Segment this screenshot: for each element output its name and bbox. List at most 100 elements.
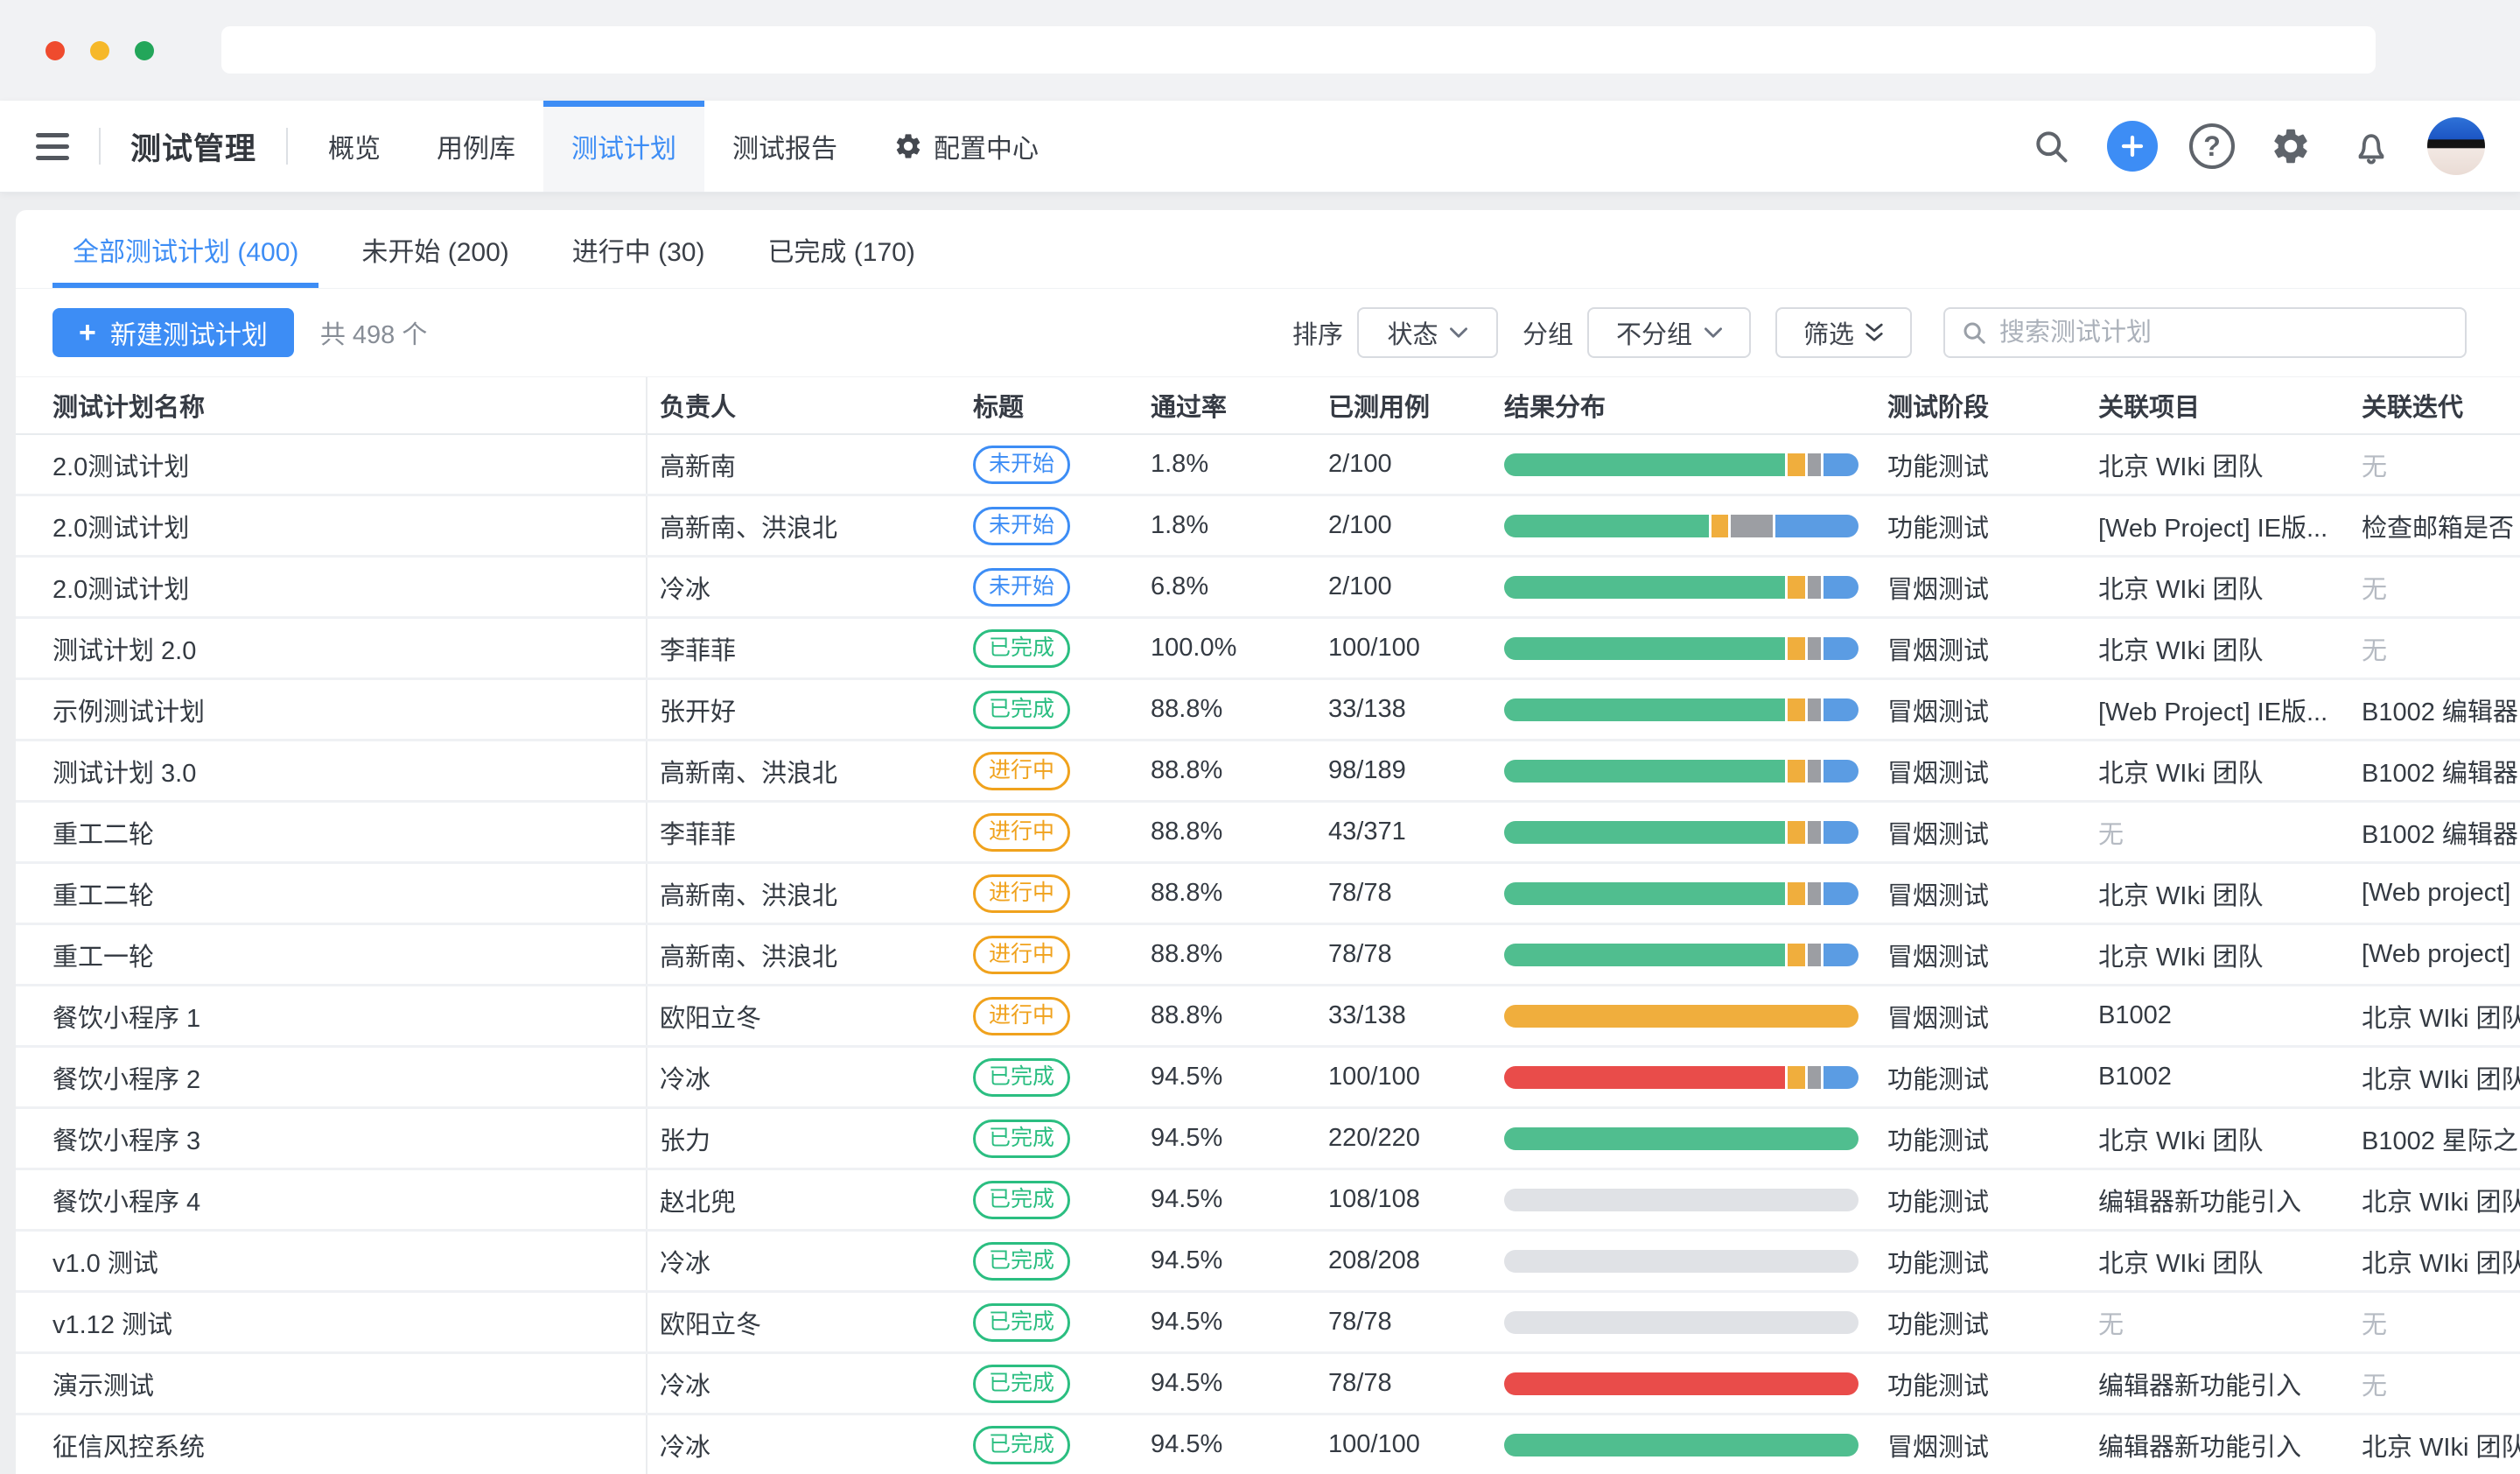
bar-segment-green: [1504, 637, 1785, 660]
bar-segment-green: [1504, 515, 1709, 537]
plan-name: v1.12 测试: [16, 1293, 648, 1351]
hamburger-menu-icon[interactable]: [36, 127, 74, 165]
linked-project: [Web Project] IE版...: [2098, 680, 2362, 739]
new-test-plan-button[interactable]: + 新建测试计划: [52, 308, 294, 357]
bar-segment-gray: [1731, 515, 1773, 537]
pass-rate: 88.8%: [1151, 741, 1328, 800]
plan-name: 2.0测试计划: [16, 496, 648, 555]
table-row[interactable]: 测试计划 2.0 李菲菲 已完成 100.0% 100/100 冒烟测试 北京 …: [16, 619, 2520, 680]
linked-iteration: 无: [2362, 1293, 2520, 1351]
minimize-window-button[interactable]: [90, 41, 109, 60]
table-row[interactable]: 测试计划 3.0 高新南、洪浪北 进行中 88.8% 98/189 冒烟测试 北…: [16, 741, 2520, 803]
tested-cases: 100/100: [1328, 619, 1496, 677]
table-row[interactable]: 餐饮小程序 4 赵北兜 已完成 94.5% 108/108 功能测试 编辑器新功…: [16, 1170, 2520, 1232]
bar-segment-yellow: [1712, 515, 1729, 537]
test-phase: 冒烟测试: [1887, 803, 2098, 861]
linked-iteration: [Web project]: [2362, 925, 2520, 984]
pass-rate: 94.5%: [1151, 1170, 1328, 1229]
nav-item-1[interactable]: 用例库: [409, 101, 543, 192]
help-icon[interactable]: ?: [2189, 123, 2235, 169]
table-row[interactable]: v1.12 测试 欧阳立冬 已完成 94.5% 78/78 功能测试 无 无: [16, 1293, 2520, 1354]
status-badge: 已完成: [973, 1058, 1070, 1097]
status-badge: 已完成: [973, 1120, 1070, 1158]
test-phase: 功能测试: [1887, 1232, 2098, 1290]
group-label: 分组: [1522, 314, 1573, 351]
nav-item-4[interactable]: 配置中心: [865, 101, 1067, 192]
plan-name: 餐饮小程序 1: [16, 986, 648, 1045]
table-row[interactable]: 重工二轮 李菲菲 进行中 88.8% 43/371 冒烟测试 无 B1002 编…: [16, 803, 2520, 864]
table-row[interactable]: 餐饮小程序 3 张力 已完成 94.5% 220/220 功能测试 北京 WIk…: [16, 1109, 2520, 1170]
plan-owner: 高新南、洪浪北: [648, 925, 973, 984]
test-phase: 冒烟测试: [1887, 1415, 2098, 1474]
table-row[interactable]: 征信风控系统 冷冰 已完成 94.5% 100/100 冒烟测试 编辑器新功能引…: [16, 1415, 2520, 1474]
tab-2[interactable]: 进行中 (30): [552, 210, 725, 288]
nav-item-label: 配置中心: [934, 127, 1039, 165]
result-distribution-bar: [1504, 821, 1858, 844]
tested-cases: 100/100: [1328, 1048, 1496, 1106]
create-new-button[interactable]: [2107, 121, 2158, 172]
window-controls: [46, 41, 154, 60]
plan-owner: 冷冰: [648, 1048, 973, 1106]
tab-3[interactable]: 已完成 (170): [747, 210, 934, 288]
tab-1[interactable]: 未开始 (200): [341, 210, 528, 288]
bar-segment-gray: [1808, 698, 1822, 721]
nav-item-3[interactable]: 测试报告: [704, 101, 865, 192]
status-badge: 已完成: [973, 1426, 1070, 1464]
toolbar: + 新建测试计划 共 498 个 排序 状态 分组 不分组 筛选: [16, 289, 2520, 376]
nav-item-2[interactable]: 测试计划: [543, 101, 704, 192]
sort-select[interactable]: 状态: [1357, 307, 1498, 358]
group-select[interactable]: 不分组: [1587, 307, 1751, 358]
table-row[interactable]: 演示测试 冷冰 已完成 94.5% 78/78 功能测试 编辑器新功能引入 无: [16, 1354, 2520, 1415]
close-window-button[interactable]: [46, 41, 65, 60]
filter-button[interactable]: 筛选: [1775, 307, 1912, 358]
pass-rate: 100.0%: [1151, 619, 1328, 677]
tested-cases: 33/138: [1328, 986, 1496, 1045]
search-input[interactable]: [1999, 319, 2449, 347]
tab-0[interactable]: 全部测试计划 (400): [52, 210, 318, 288]
linked-iteration: 北京 WIki 团队: [2362, 1170, 2520, 1229]
bar-segment-blue: [1824, 944, 1858, 966]
column-header-6: 测试阶段: [1887, 377, 2098, 433]
pass-rate: 94.5%: [1151, 1293, 1328, 1351]
table-row[interactable]: 示例测试计划 张开好 已完成 88.8% 33/138 冒烟测试 [Web Pr…: [16, 680, 2520, 741]
test-phase: 功能测试: [1887, 1293, 2098, 1351]
gear-icon[interactable]: [2266, 122, 2315, 171]
table-row[interactable]: 2.0测试计划 冷冰 未开始 6.8% 2/100 冒烟测试 北京 WIki 团…: [16, 558, 2520, 619]
table-row[interactable]: v1.0 测试 冷冰 已完成 94.5% 208/208 功能测试 北京 WIk…: [16, 1232, 2520, 1293]
plan-owner: 冷冰: [648, 1354, 973, 1413]
table-row[interactable]: 2.0测试计划 高新南、洪浪北 未开始 1.8% 2/100 功能测试 [Web…: [16, 496, 2520, 558]
plan-owner: 高新南、洪浪北: [648, 496, 973, 555]
search-icon[interactable]: [2026, 122, 2076, 171]
bar-segment-gray: [1808, 1066, 1822, 1089]
chevron-down-icon: [1704, 327, 1722, 338]
bar-segment-blue: [1824, 576, 1858, 599]
result-distribution-bar: [1504, 698, 1858, 721]
table-row[interactable]: 餐饮小程序 1 欧阳立冬 进行中 88.8% 33/138 冒烟测试 B1002…: [16, 986, 2520, 1048]
plan-owner: 冷冰: [648, 1232, 973, 1290]
pass-rate: 88.8%: [1151, 925, 1328, 984]
bell-icon[interactable]: [2347, 122, 2396, 171]
plan-name: v1.0 测试: [16, 1232, 648, 1290]
plan-name: 餐饮小程序 3: [16, 1109, 648, 1168]
address-bar-input[interactable]: [221, 26, 2376, 74]
test-phase: 功能测试: [1887, 1170, 2098, 1229]
linked-iteration: 无: [2362, 558, 2520, 616]
user-avatar[interactable]: [2427, 117, 2485, 175]
linked-project: 编辑器新功能引入: [2098, 1354, 2362, 1413]
plan-name: 餐饮小程序 2: [16, 1048, 648, 1106]
table-row[interactable]: 餐饮小程序 2 冷冰 已完成 94.5% 100/100 功能测试 B1002 …: [16, 1048, 2520, 1109]
table-row[interactable]: 2.0测试计划 高新南 未开始 1.8% 2/100 功能测试 北京 WIki …: [16, 435, 2520, 496]
plan-name: 2.0测试计划: [16, 435, 648, 494]
status-badge: 已完成: [973, 691, 1070, 729]
result-distribution-bar: [1504, 882, 1858, 905]
table-row[interactable]: 重工一轮 高新南、洪浪北 进行中 88.8% 78/78 冒烟测试 北京 WIk…: [16, 925, 2520, 986]
status-filter-tabs: 全部测试计划 (400) 未开始 (200) 进行中 (30) 已完成 (170): [16, 210, 2520, 289]
tested-cases: 2/100: [1328, 496, 1496, 555]
bar-segment-blue: [1824, 453, 1858, 476]
bar-segment-blue: [1824, 637, 1858, 660]
bar-segment-green: [1504, 821, 1785, 844]
maximize-window-button[interactable]: [135, 41, 154, 60]
bar-segment-green: [1504, 576, 1785, 599]
table-row[interactable]: 重工二轮 高新南、洪浪北 进行中 88.8% 78/78 冒烟测试 北京 WIk…: [16, 864, 2520, 925]
nav-item-0[interactable]: 概览: [300, 101, 409, 192]
